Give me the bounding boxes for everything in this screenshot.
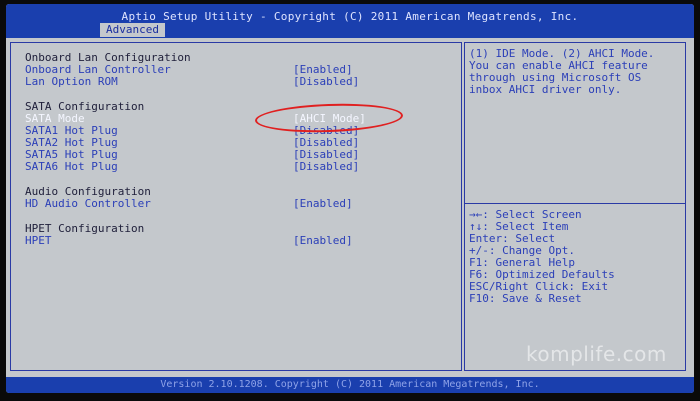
- key-legend: →←: Select Screen ↑↓: Select Item Enter:…: [469, 209, 681, 305]
- item-label: HPET: [25, 234, 52, 247]
- item-value[interactable]: [Enabled]: [293, 235, 353, 247]
- menu-item-hpet[interactable]: HPET [Enabled]: [25, 234, 353, 247]
- item-label: SATA6 Hot Plug: [25, 160, 118, 173]
- menu-item-sata6-hot-plug[interactable]: SATA6 Hot Plug [Disabled]: [25, 160, 359, 173]
- bios-title: Aptio Setup Utility - Copyright (C) 2011…: [121, 10, 579, 23]
- item-label: HD Audio Controller: [25, 197, 151, 210]
- bios-screen: Aptio Setup Utility - Copyright (C) 2011…: [6, 4, 694, 393]
- item-label: Lan Option ROM: [25, 75, 118, 88]
- watermark: komplife.com: [526, 342, 667, 366]
- tab-advanced[interactable]: Advanced: [100, 23, 165, 37]
- help-panel: (1) IDE Mode. (2) AHCI Mode. You can ena…: [464, 42, 686, 371]
- settings-panel: Onboard Lan Configuration Onboard Lan Co…: [10, 42, 462, 371]
- item-value[interactable]: [Disabled]: [293, 76, 359, 88]
- item-value[interactable]: [Enabled]: [293, 198, 353, 210]
- main-area: Onboard Lan Configuration Onboard Lan Co…: [10, 42, 690, 373]
- help-divider: [465, 203, 685, 204]
- menu-item-lan-option-rom[interactable]: Lan Option ROM [Disabled]: [25, 75, 359, 88]
- bios-header: Aptio Setup Utility - Copyright (C) 2011…: [6, 4, 694, 38]
- help-description: (1) IDE Mode. (2) AHCI Mode. You can ena…: [469, 48, 681, 96]
- key-save-reset: F10: Save & Reset: [469, 292, 582, 305]
- help-line: inbox AHCI driver only.: [469, 83, 622, 96]
- bios-footer: Version 2.10.1208. Copyright (C) 2011 Am…: [6, 377, 694, 393]
- item-value[interactable]: [Disabled]: [293, 161, 359, 173]
- menu-item-hd-audio-controller[interactable]: HD Audio Controller [Enabled]: [25, 197, 353, 210]
